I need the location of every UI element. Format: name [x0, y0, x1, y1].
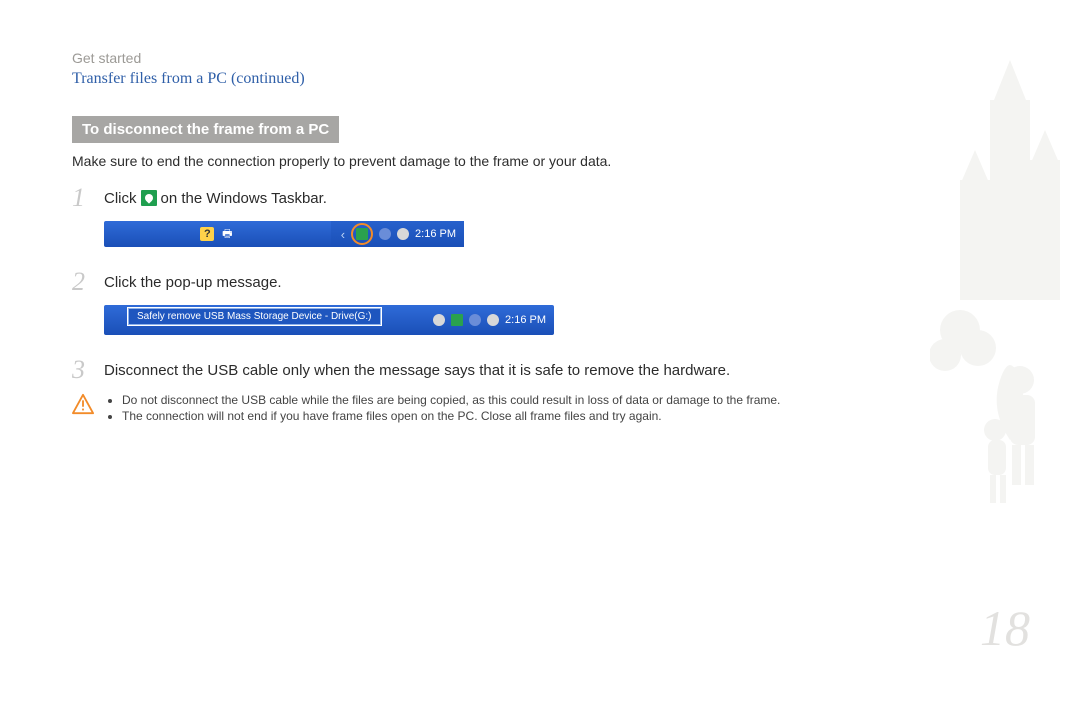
printer-icon: 🖶: [220, 227, 234, 241]
windows-taskbar-popup: Safely remove USB Mass Storage Device - …: [104, 305, 554, 335]
step-text: Click the pop-up message.: [104, 274, 282, 291]
chapter-label: Get started: [72, 50, 1080, 66]
clock: 2:16 PM: [505, 314, 546, 326]
safely-remove-hardware-icon: [141, 190, 157, 206]
step-text: Click on the Windows Taskbar.: [104, 190, 327, 207]
safely-remove-tray-icon: [451, 314, 463, 326]
step-text: Disconnect the USB cable only when the m…: [104, 362, 730, 379]
warning-list: Do not disconnect the USB cable while th…: [104, 393, 780, 425]
volume-tray-icon: [487, 314, 499, 326]
clock: 2:16 PM: [415, 228, 456, 240]
intro-text: Make sure to end the connection properly…: [72, 153, 1080, 169]
warning-item: The connection will not end if you have …: [122, 409, 780, 423]
network-tray-icon: [379, 228, 391, 240]
step-3: 3 Disconnect the USB cable only when the…: [72, 355, 1080, 385]
taskbar-screenshot-1: ? 🖶 ‹ 2:16 PM: [104, 221, 1080, 247]
windows-taskbar: ? 🖶 ‹ 2:16 PM: [104, 221, 464, 247]
subsection-heading: To disconnect the frame from a PC: [72, 116, 339, 143]
step-1: 1 Click on the Windows Taskbar.: [72, 183, 1080, 213]
safely-remove-tray-icon: [356, 228, 368, 240]
system-tray: 2:16 PM: [433, 314, 554, 326]
tray-icon: [433, 314, 445, 326]
volume-tray-icon: [397, 228, 409, 240]
step-1-post: on the Windows Taskbar.: [161, 190, 327, 207]
safely-remove-popup: Safely remove USB Mass Storage Device - …: [128, 308, 381, 325]
help-icon: ?: [200, 227, 214, 241]
highlight-circle-icon: [351, 223, 373, 245]
warning-block: Do not disconnect the USB cable while th…: [72, 393, 1080, 425]
step-2: 2 Click the pop-up message.: [72, 267, 1080, 297]
step-number: 2: [72, 267, 94, 297]
tray-expand-chevron-icon: ‹: [341, 227, 345, 242]
section-title: Transfer files from a PC (continued): [72, 70, 1080, 88]
system-tray: ‹ 2:16 PM: [331, 221, 464, 247]
page-number: 18: [980, 599, 1030, 657]
network-tray-icon: [469, 314, 481, 326]
step-number: 1: [72, 183, 94, 213]
taskbar-screenshot-2: Safely remove USB Mass Storage Device - …: [104, 305, 1080, 335]
warning-item: Do not disconnect the USB cable while th…: [122, 393, 780, 407]
step-number: 3: [72, 355, 94, 385]
step-1-pre: Click: [104, 190, 137, 207]
warning-icon: [72, 393, 94, 415]
